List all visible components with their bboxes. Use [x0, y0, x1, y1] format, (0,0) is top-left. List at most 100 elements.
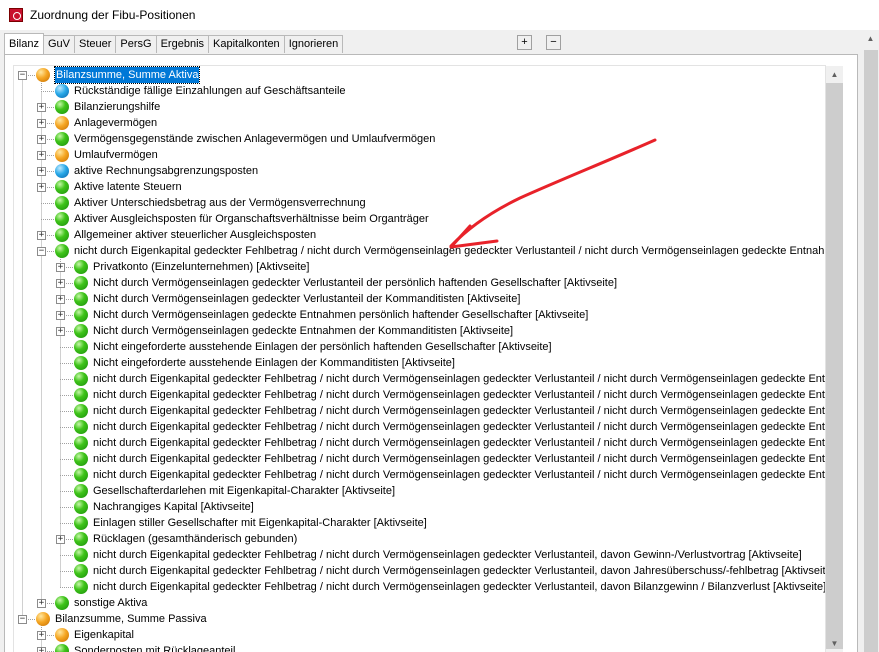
tab-bilanz[interactable]: Bilanz	[4, 33, 44, 54]
tree-item-label[interactable]: Anlagevermögen	[74, 115, 157, 131]
tree-row[interactable]: nicht durch Eigenkapital gedeckter Fehlb…	[14, 435, 825, 451]
tree-item-label[interactable]: Bilanzierungshilfe	[74, 99, 160, 115]
expand-toggle-icon[interactable]: +	[56, 279, 65, 288]
tree-item-label[interactable]: nicht durch Eigenkapital gedeckter Fehlb…	[93, 387, 825, 403]
tree-item-label[interactable]: Nicht durch Vermögenseinlagen gedeckte E…	[93, 307, 588, 323]
tree-row[interactable]: + Aktive latente Steuern	[14, 179, 825, 195]
tree-item-label[interactable]: Nicht durch Vermögenseinlagen gedeckter …	[93, 275, 617, 291]
tree-item-label[interactable]: nicht durch Eigenkapital gedeckter Fehlb…	[74, 243, 825, 259]
expand-toggle-icon[interactable]: +	[37, 119, 46, 128]
tree-item-label[interactable]: Aktiver Unterschiedsbetrag aus der Vermö…	[74, 195, 366, 211]
tab-ergebnis[interactable]: Ergebnis	[155, 35, 210, 53]
tree-item-label[interactable]: Vermögensgegenstände zwischen Anlageverm…	[74, 131, 435, 147]
tree-item-label[interactable]: Allgemeiner aktiver steuerlicher Ausglei…	[74, 227, 316, 243]
expand-toggle-icon[interactable]: +	[37, 631, 46, 640]
tab-persg[interactable]: PersG	[115, 35, 157, 53]
tree-row[interactable]: + Anlagevermögen	[14, 115, 825, 131]
tree-row[interactable]: + Nicht durch Vermögenseinlagen gedeckte …	[14, 323, 825, 339]
tree-row[interactable]: + Rücklagen (gesamthänderisch gebunden)	[14, 531, 825, 547]
position-tree[interactable]: − Bilanzsumme, Summe Aktiva Rückständige f…	[13, 65, 826, 652]
tree-item-label[interactable]: nicht durch Eigenkapital gedeckter Fehlb…	[93, 419, 825, 435]
tree-item-label[interactable]: Bilanzsumme, Summe Aktiva	[53, 66, 201, 84]
window-vertical-scrollbar[interactable]: ▲	[863, 30, 879, 652]
expand-toggle-icon[interactable]: +	[56, 311, 65, 320]
tree-item-label[interactable]: sonstige Aktiva	[74, 595, 147, 611]
tree-row[interactable]: − nicht durch Eigenkapital gedeckter Fehl…	[14, 243, 825, 259]
tree-row[interactable]: + aktive Rechnungsabgrenzungsposten	[14, 163, 825, 179]
tree-row[interactable]: nicht durch Eigenkapital gedeckter Fehlb…	[14, 387, 825, 403]
window-scroll-up-arrow-icon[interactable]: ▲	[862, 30, 879, 47]
tree-item-label[interactable]: Nicht eingeforderte ausstehende Einlagen…	[93, 339, 552, 355]
tree-item-label[interactable]: Sonderposten mit Rücklageanteil	[74, 643, 235, 652]
tree-row[interactable]: nicht durch Eigenkapital gedeckter Fehlb…	[14, 451, 825, 467]
expand-toggle-icon[interactable]: +	[56, 327, 65, 336]
tree-row[interactable]: + Allgemeiner aktiver steuerlicher Ausgle…	[14, 227, 825, 243]
expand-all-button[interactable]: +	[517, 35, 532, 50]
tree-item-label[interactable]: Nachrangiges Kapital [Aktivseite]	[93, 499, 254, 515]
tree-row[interactable]: nicht durch Eigenkapital gedeckter Fehlb…	[14, 371, 825, 387]
expand-toggle-icon[interactable]: +	[37, 183, 46, 192]
tree-item-label[interactable]: nicht durch Eigenkapital gedeckter Fehlb…	[93, 579, 825, 595]
tree-row[interactable]: − Bilanzsumme, Summe Passiva	[14, 611, 825, 627]
tree-row[interactable]: + Nicht durch Vermögenseinlagen gedeckter…	[14, 291, 825, 307]
tree-row[interactable]: + sonstige Aktiva	[14, 595, 825, 611]
tree-scroll-thumb[interactable]	[826, 83, 843, 649]
tree-item-label[interactable]: Bilanzsumme, Summe Passiva	[55, 611, 207, 627]
collapse-toggle-icon[interactable]: −	[18, 71, 27, 80]
tree-item-label[interactable]: Nicht durch Vermögenseinlagen gedeckter …	[93, 291, 520, 307]
tree-row[interactable]: Nicht eingeforderte ausstehende Einlagen…	[14, 339, 825, 355]
tree-vertical-scrollbar[interactable]: ▲ ▼	[826, 66, 843, 652]
tree-row[interactable]: Gesellschafterdarlehen mit Eigenkapital-…	[14, 483, 825, 499]
expand-toggle-icon[interactable]: +	[37, 103, 46, 112]
tree-item-label[interactable]: Aktiver Ausgleichsposten für Organschaft…	[74, 211, 429, 227]
tab-ignorieren[interactable]: Ignorieren	[283, 35, 344, 53]
collapse-toggle-icon[interactable]: −	[37, 247, 46, 256]
expand-toggle-icon[interactable]: +	[37, 167, 46, 176]
expand-toggle-icon[interactable]: +	[37, 647, 46, 652]
collapse-toggle-icon[interactable]: −	[18, 615, 27, 624]
expand-toggle-icon[interactable]: +	[37, 599, 46, 608]
tree-item-label[interactable]: Umlaufvermögen	[74, 147, 158, 163]
tree-row[interactable]: + Nicht durch Vermögenseinlagen gedeckter…	[14, 275, 825, 291]
tree-row[interactable]: nicht durch Eigenkapital gedeckter Fehlb…	[14, 419, 825, 435]
tree-row[interactable]: + Umlaufvermögen	[14, 147, 825, 163]
tab-steuer[interactable]: Steuer	[73, 35, 117, 53]
tab-kapitalkonten[interactable]: Kapitalkonten	[208, 35, 285, 53]
tree-row[interactable]: Aktiver Unterschiedsbetrag aus der Vermö…	[14, 195, 825, 211]
tree-item-label[interactable]: Gesellschafterdarlehen mit Eigenkapital-…	[93, 483, 395, 499]
scroll-up-arrow-icon[interactable]: ▲	[826, 66, 843, 83]
tree-row[interactable]: − Bilanzsumme, Summe Aktiva	[14, 66, 825, 84]
tree-item-label[interactable]: nicht durch Eigenkapital gedeckter Fehlb…	[93, 435, 825, 451]
tree-item-label[interactable]: Rückständige fällige Einzahlungen auf Ge…	[74, 83, 346, 99]
tree-row[interactable]: + Sonderposten mit Rücklageanteil	[14, 643, 825, 652]
tree-row[interactable]: Nicht eingeforderte ausstehende Einlagen…	[14, 355, 825, 371]
tree-row[interactable]: Einlagen stiller Gesellschafter mit Eige…	[14, 515, 825, 531]
expand-toggle-icon[interactable]: +	[37, 151, 46, 160]
tree-item-label[interactable]: Nicht durch Vermögenseinlagen gedeckte E…	[93, 323, 513, 339]
expand-toggle-icon[interactable]: +	[37, 231, 46, 240]
tree-item-label[interactable]: Rücklagen (gesamthänderisch gebunden)	[93, 531, 297, 547]
expand-toggle-icon[interactable]: +	[56, 295, 65, 304]
expand-toggle-icon[interactable]: +	[37, 135, 46, 144]
tree-row[interactable]: Nachrangiges Kapital [Aktivseite]	[14, 499, 825, 515]
tree-row[interactable]: nicht durch Eigenkapital gedeckter Fehlb…	[14, 403, 825, 419]
tree-row[interactable]: + Eigenkapital	[14, 627, 825, 643]
tree-item-label[interactable]: nicht durch Eigenkapital gedeckter Fehlb…	[93, 467, 825, 483]
window-scroll-thumb[interactable]	[864, 50, 878, 652]
tree-row[interactable]: nicht durch Eigenkapital gedeckter Fehlb…	[14, 547, 825, 563]
collapse-all-button[interactable]: −	[546, 35, 561, 50]
tree-item-label[interactable]: nicht durch Eigenkapital gedeckter Fehlb…	[93, 547, 802, 563]
tree-row[interactable]: + Vermögensgegenstände zwischen Anlagever…	[14, 131, 825, 147]
tree-item-label[interactable]: Privatkonto (Einzelunternehmen) [Aktivse…	[93, 259, 309, 275]
tree-row[interactable]: nicht durch Eigenkapital gedeckter Fehlb…	[14, 579, 825, 595]
tree-item-label[interactable]: nicht durch Eigenkapital gedeckter Fehlb…	[93, 563, 825, 579]
tree-row[interactable]: + Bilanzierungshilfe	[14, 99, 825, 115]
tree-item-label[interactable]: Nicht eingeforderte ausstehende Einlagen…	[93, 355, 455, 371]
tree-item-label[interactable]: Einlagen stiller Gesellschafter mit Eige…	[93, 515, 427, 531]
tree-row[interactable]: Aktiver Ausgleichsposten für Organschaft…	[14, 211, 825, 227]
tree-row[interactable]: + Privatkonto (Einzelunternehmen) [Aktivs…	[14, 259, 825, 275]
tree-row[interactable]: nicht durch Eigenkapital gedeckter Fehlb…	[14, 563, 825, 579]
tree-item-label[interactable]: aktive Rechnungsabgrenzungsposten	[74, 163, 258, 179]
scroll-down-arrow-icon[interactable]: ▼	[826, 635, 843, 652]
tree-row[interactable]: + Nicht durch Vermögenseinlagen gedeckte …	[14, 307, 825, 323]
